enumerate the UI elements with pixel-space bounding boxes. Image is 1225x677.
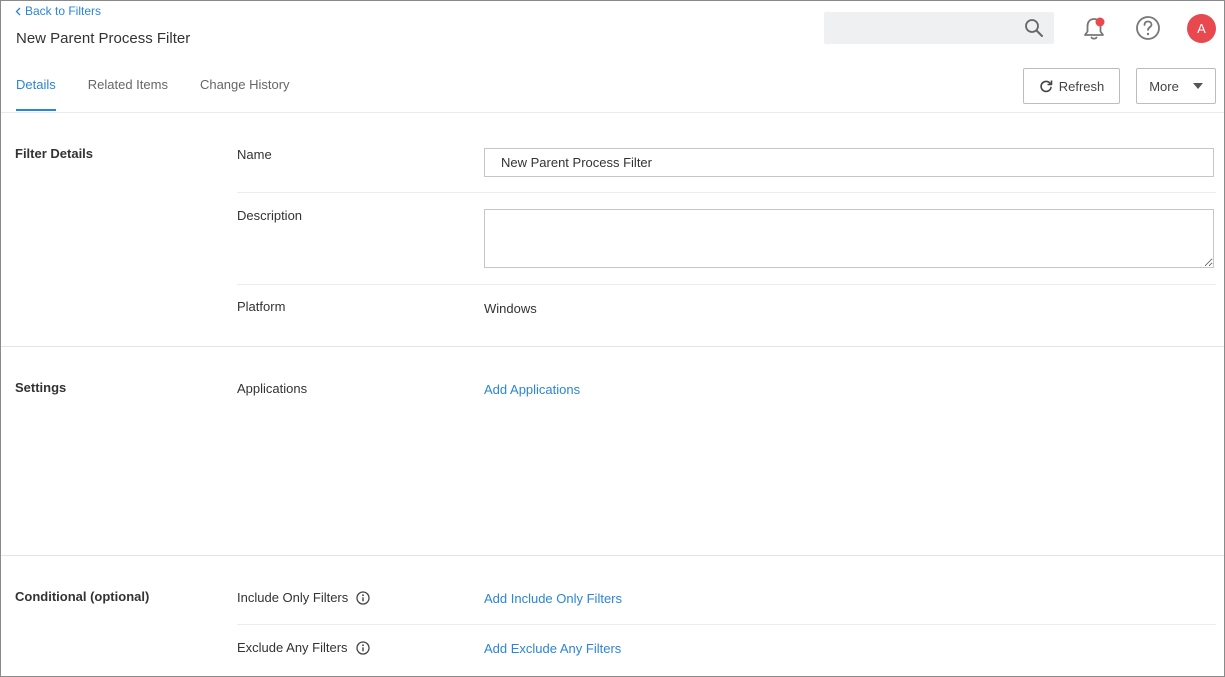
platform-value: Windows	[484, 301, 537, 316]
name-label: Name	[237, 147, 272, 162]
description-label: Description	[237, 208, 303, 223]
search-box	[824, 12, 1054, 44]
section-divider	[1, 346, 1224, 347]
conditional-title: Conditional (optional)	[15, 589, 150, 604]
section-divider	[1, 555, 1224, 556]
filter-details-title: Filter Details	[15, 146, 94, 161]
user-avatar[interactable]: A	[1187, 14, 1216, 43]
exclude-any-filters-label: Exclude Any Filters	[237, 640, 370, 655]
notification-dot	[1095, 17, 1105, 27]
chevron-left-icon	[15, 7, 21, 15]
back-to-filters-link[interactable]: Back to Filters	[15, 4, 101, 18]
help-icon[interactable]	[1135, 15, 1161, 41]
add-include-only-filters-link[interactable]: Add Include Only Filters	[484, 591, 622, 606]
refresh-label: Refresh	[1058, 78, 1105, 94]
add-exclude-any-filters-link[interactable]: Add Exclude Any Filters	[484, 641, 621, 656]
settings-title: Settings	[15, 380, 67, 395]
platform-label: Platform	[237, 299, 286, 314]
info-icon[interactable]	[356, 590, 370, 605]
caret-down-icon	[1192, 83, 1203, 89]
description-input[interactable]	[484, 209, 1214, 268]
search-icon[interactable]	[1024, 18, 1044, 38]
back-link-label: Back to Filters	[25, 4, 102, 18]
row-divider	[237, 192, 1216, 193]
add-applications-link[interactable]: Add Applications	[484, 382, 580, 397]
tab-details[interactable]: Details	[16, 77, 56, 111]
include-only-filters-label: Include Only Filters	[237, 590, 370, 605]
row-divider	[237, 284, 1216, 285]
info-icon[interactable]	[355, 640, 370, 655]
more-label: More	[1149, 78, 1179, 94]
name-input[interactable]	[484, 148, 1214, 177]
app-window: Back to Filters New Parent Process Filte…	[0, 0, 1225, 677]
row-divider	[237, 624, 1216, 625]
tab-bar: Details Related Items Change History	[16, 77, 290, 111]
applications-label: Applications	[237, 381, 308, 396]
tabs-divider	[1, 112, 1224, 113]
include-only-filters-text: Include Only Filters	[237, 590, 349, 605]
refresh-icon	[1040, 80, 1053, 93]
refresh-button[interactable]: Refresh	[1023, 68, 1120, 104]
tab-related-items[interactable]: Related Items	[88, 77, 168, 111]
bell-icon[interactable]	[1082, 16, 1106, 42]
exclude-any-filters-text: Exclude Any Filters	[237, 640, 348, 655]
more-button[interactable]: More	[1136, 68, 1216, 104]
search-input[interactable]	[824, 12, 1054, 44]
tab-change-history[interactable]: Change History	[200, 77, 290, 111]
page-title: New Parent Process Filter	[16, 30, 191, 47]
